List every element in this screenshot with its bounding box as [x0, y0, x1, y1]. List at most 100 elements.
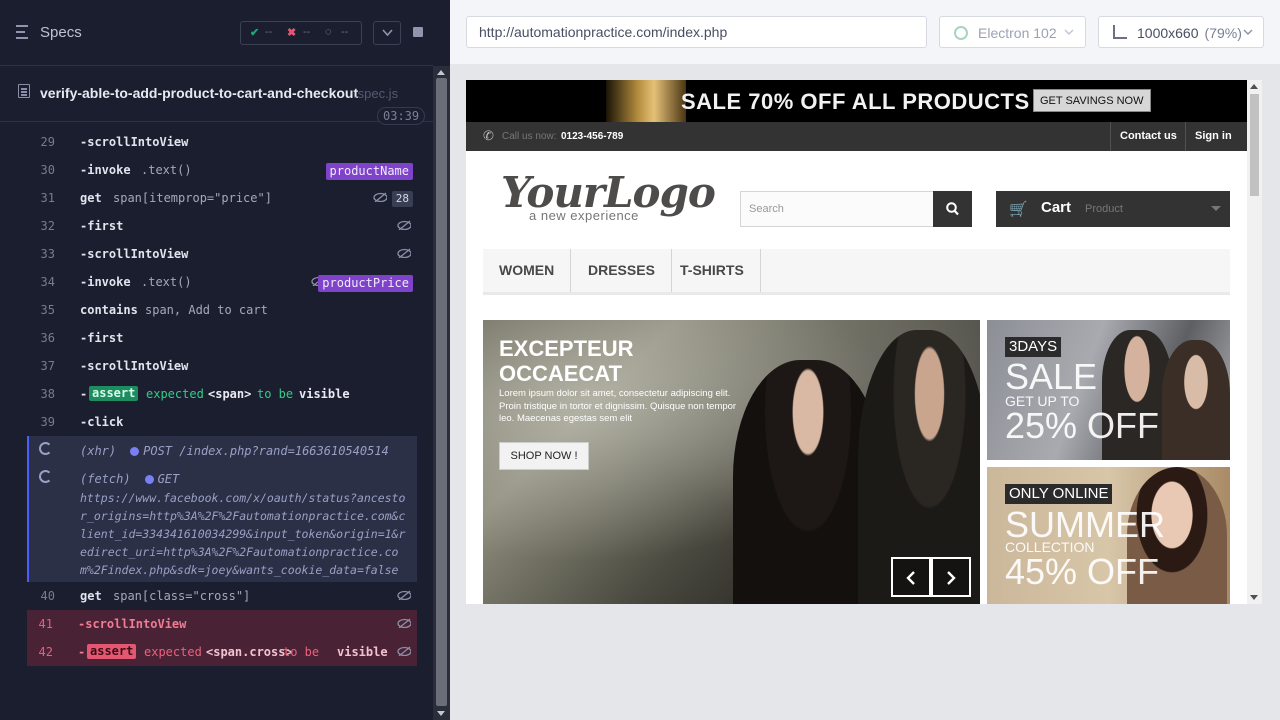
xhr-request[interactable]: (xhr) POST /index.php?rand=1663610540514 — [80, 444, 389, 458]
request-dot-icon — [144, 475, 154, 484]
command-row[interactable]: 30 -invoke .text() productName — [29, 156, 417, 184]
passed-count: -- — [265, 26, 273, 38]
command-row[interactable]: 31 get span[itemprop="price"] 28 — [29, 184, 417, 212]
command-log-scrollbar[interactable] — [433, 66, 450, 720]
command-name: -invoke — [80, 275, 131, 289]
promo-banner-sale[interactable]: 3DAYS SALE GET UP TO 25% OFF — [987, 320, 1230, 460]
command-row[interactable]: 36 -first — [29, 324, 417, 352]
get-savings-button[interactable]: GET SAVINGS NOW — [1033, 89, 1151, 112]
homepage-slider[interactable]: EXCEPTEUR OCCAECAT Lorem ipsum dolor sit… — [483, 320, 980, 604]
browser-selector[interactable]: Electron 102 — [939, 16, 1086, 48]
command-name: get — [80, 191, 102, 205]
xhr-path: /index.php?rand=1663610540514 — [179, 444, 389, 458]
specs-title[interactable]: Specs — [40, 24, 82, 41]
command-arg: .text() — [141, 163, 192, 177]
options-dropdown-button[interactable] — [373, 21, 401, 45]
shop-now-button[interactable]: SHOP NOW ! — [499, 442, 589, 470]
command-name: -first — [80, 331, 124, 345]
scroll-down-icon[interactable] — [1250, 595, 1258, 600]
command-number: 31 — [40, 191, 55, 205]
pending-icon: ◌ — [325, 26, 332, 38]
spec-name[interactable]: verify-able-to-add-product-to-cart-and-c… — [40, 85, 358, 101]
chevron-left-icon — [906, 571, 915, 585]
slider-next-button[interactable] — [931, 557, 971, 597]
fetch-request[interactable]: (fetch) GET — [80, 472, 179, 486]
menu-icon[interactable] — [16, 25, 32, 39]
command-row[interactable]: 40 get span[class="cross"] — [29, 582, 417, 610]
command-list: 29 -scrollIntoView 30 -invoke .text() pr… — [27, 128, 417, 666]
fetch-method: GET — [157, 472, 180, 486]
chevron-down-icon — [1243, 29, 1253, 35]
viewport-selector[interactable]: 1000x660 (79%) — [1098, 16, 1264, 48]
command-row[interactable]: 29 -scrollIntoView — [29, 128, 417, 156]
failed-icon: ✖ — [287, 27, 297, 39]
scrollbar-thumb[interactable] — [436, 78, 447, 706]
command-number: 29 — [40, 135, 55, 149]
app-scrollbar[interactable] — [1247, 80, 1262, 604]
eye-slash-icon — [397, 590, 411, 600]
cart-button[interactable]: 🛒 Cart Product — [996, 191, 1230, 227]
app-preview-panel: http://automationpractice.com/index.php … — [450, 0, 1280, 720]
command-row[interactable]: 37 -scrollIntoView — [29, 352, 417, 380]
chevron-down-icon — [1064, 29, 1074, 35]
alias-badge: productName — [325, 163, 413, 180]
command-row[interactable]: 33 -scrollIntoView — [29, 240, 417, 268]
eye-slash-icon — [397, 220, 411, 230]
menu-item-dresses[interactable]: DRESSES — [572, 249, 672, 292]
command-number: 36 — [40, 331, 55, 345]
xhr-type: (xhr) — [80, 444, 117, 458]
browser-icon — [954, 26, 968, 40]
slider-prev-button[interactable] — [891, 557, 931, 597]
promo-headline: SALE — [1005, 356, 1098, 397]
command-name: -invoke — [80, 163, 131, 177]
phone-icon: ✆ — [483, 128, 494, 143]
sale-banner[interactable]: SALE 70% OFF ALL PRODUCTS GET SAVINGS NO… — [466, 80, 1247, 122]
command-number: 35 — [40, 303, 55, 317]
scroll-down-icon[interactable] — [437, 711, 445, 716]
menu-item-tshirts[interactable]: T-SHIRTS — [664, 249, 761, 292]
command-row-failed[interactable]: 41 -scrollIntoView — [27, 610, 417, 638]
banner-text: SALE 70% OFF ALL PRODUCTS — [681, 89, 1030, 114]
spec-extension: .spec.js — [354, 86, 399, 101]
promo-banner-summer[interactable]: ONLY ONLINE SUMMER COLLECTION 45% OFF — [987, 467, 1230, 604]
scrollbar-thumb[interactable] — [1250, 94, 1259, 196]
command-name: -scrollIntoView — [80, 359, 189, 373]
eye-slash-icon — [397, 646, 411, 656]
element-count-badge: 28 — [391, 191, 413, 207]
sign-in-link[interactable]: Sign in — [1185, 122, 1241, 151]
command-row-failed-assert[interactable]: 42 - assert expected <span.cross> to be … — [27, 638, 417, 666]
slide-text: Lorem ipsum dolor sit amet, consectetur … — [499, 388, 737, 424]
assert-word: to be — [257, 387, 294, 401]
url-bar[interactable]: http://automationpractice.com/index.php — [466, 16, 927, 48]
command-row[interactable]: 35 contains span, Add to cart — [29, 296, 417, 324]
command-name: - — [80, 387, 88, 401]
promo-discount: 25% OFF — [1005, 405, 1160, 446]
test-stats: ✔ -- ✖ -- ◌ -- — [240, 21, 362, 45]
category-menu: WOMEN DRESSES T-SHIRTS — [483, 249, 1230, 295]
command-name: -scrollIntoView — [78, 617, 187, 631]
command-number: 40 — [40, 589, 55, 603]
contact-us-link[interactable]: Contact us — [1110, 122, 1186, 151]
search-input[interactable]: Search — [740, 191, 934, 227]
eye-slash-icon — [397, 618, 411, 628]
command-row[interactable]: 39 -click — [29, 408, 417, 436]
command-arg: .text() — [141, 275, 192, 289]
command-row[interactable]: 32 -first — [29, 212, 417, 240]
search-button[interactable] — [933, 191, 972, 227]
command-number: 37 — [40, 359, 55, 373]
assert-subject: <span.cross> — [206, 645, 293, 659]
scroll-up-icon[interactable] — [1250, 84, 1258, 89]
command-name: get — [80, 589, 102, 603]
spec-file-header: verify-able-to-add-product-to-cart-and-c… — [0, 66, 433, 125]
viewport-dimensions: 1000x660 — [1137, 25, 1199, 41]
logo-tagline: a new experience — [529, 208, 639, 223]
command-row[interactable]: 34 -invoke .text() productPrice — [29, 268, 417, 296]
menu-item-women[interactable]: WOMEN — [483, 249, 572, 292]
command-name: -scrollIntoView — [80, 247, 189, 261]
command-log-panel: Specs ✔ -- ✖ -- ◌ -- verify-able-to-add-… — [0, 0, 450, 720]
top-nav: ✆ Call us now: 0123-456-789 Contact us S… — [466, 122, 1247, 151]
eye-slash-icon — [397, 248, 411, 258]
stop-icon[interactable] — [413, 27, 423, 37]
scroll-up-icon[interactable] — [437, 70, 445, 75]
command-row-assert[interactable]: 38 - assert expected <span> to be visibl… — [29, 380, 417, 408]
